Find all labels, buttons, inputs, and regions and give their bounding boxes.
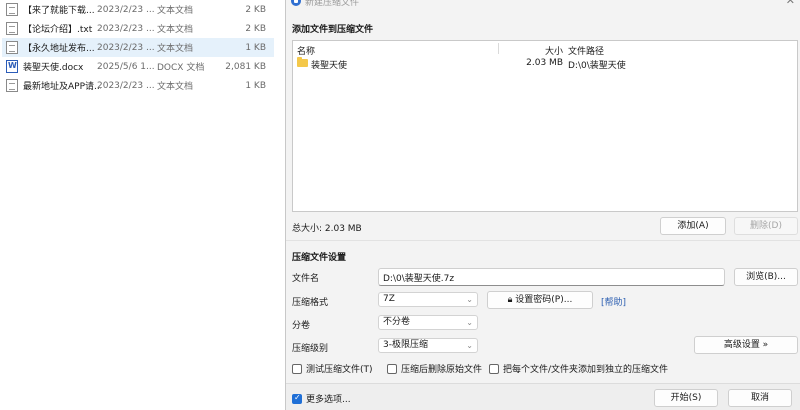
browse-button[interactable]: 浏览(B)... (734, 268, 798, 286)
add-button[interactable]: 添加(A) (660, 217, 726, 235)
advanced-settings-button[interactable]: 高级设置 » (694, 336, 798, 354)
set-password-label: 设置密码(P)... (515, 295, 573, 305)
volume-label: 分卷 (292, 321, 311, 331)
file-date: 2023/2/23 ... (97, 42, 155, 53)
test-archive-checkbox[interactable]: 测试压缩文件(T) (292, 362, 373, 375)
checkbox-box-checked[interactable] (292, 393, 302, 404)
file-name: 【来了就能下载... (23, 6, 95, 16)
level-select[interactable]: 3-极限压缩 ⌄ (378, 338, 478, 353)
file-size: 2,081 KB (225, 61, 266, 72)
column-divider (498, 43, 499, 54)
column-header-size[interactable]: 大小 (503, 44, 563, 57)
format-select[interactable]: 7Z ⌄ (378, 292, 478, 307)
archiver-app-icon (291, 0, 301, 6)
more-options-checkbox[interactable]: 更多选项... (292, 392, 351, 405)
dialog-footer: 更多选项... 开始(S) 取消 (286, 383, 800, 410)
entry-size: 2.03 MB (526, 58, 563, 68)
file-row-selected[interactable]: 【永久地址发布... 2023/2/23 ... 文本文档 1 KB (2, 38, 274, 57)
volume-select-value: 不分卷 (383, 317, 411, 327)
delete-button[interactable]: 删除(D) (734, 217, 798, 235)
delete-after-label: 压缩后删除原始文件 (401, 365, 483, 375)
checkbox-box[interactable] (489, 363, 499, 374)
explorer-file-list: 【来了就能下载... 2023/2/23 ... 文本文档 2 KB 【论坛介绍… (0, 0, 285, 410)
file-type: DOCX 文档 (157, 63, 205, 73)
txt-file-icon (6, 3, 18, 16)
file-name: 【永久地址发布... (23, 44, 95, 54)
filename-input[interactable] (378, 268, 725, 286)
file-date: 2025/5/6 1... (97, 61, 155, 72)
level-select-value: 3-极限压缩 (383, 340, 428, 350)
file-type: 文本文档 (157, 82, 194, 92)
more-options-label: 更多选项... (306, 395, 351, 405)
entry-path: D:\0\装聖天使 (568, 61, 626, 71)
column-header-path[interactable]: 文件路径 (568, 44, 604, 57)
file-row[interactable]: 装聖天使.docx 2025/5/6 1... DOCX 文档 2,081 KB (2, 57, 274, 76)
new-archive-dialog: 新建压缩文件 ✕ 添加文件到压缩文件 名称 大小 文件路径 装聖天使 2.03 … (285, 0, 800, 410)
volume-select[interactable]: 不分卷 ⌄ (378, 315, 478, 330)
file-type: 文本文档 (157, 6, 194, 16)
start-button[interactable]: 开始(S) (654, 389, 718, 407)
file-date: 2023/2/23 ... (97, 80, 155, 91)
txt-file-icon (6, 41, 18, 54)
file-row[interactable]: 【论坛介绍】.txt 2023/2/23 ... 文本文档 2 KB (2, 19, 274, 38)
settings-section-title: 压缩文件设置 (292, 253, 347, 263)
add-section-title: 添加文件到压缩文件 (292, 25, 374, 35)
file-size: 1 KB (245, 80, 266, 91)
chevron-down-icon: ⌄ (466, 318, 473, 327)
file-row[interactable]: 最新地址及APP请... 2023/2/23 ... 文本文档 1 KB (2, 76, 274, 95)
filename-label: 文件名 (292, 274, 320, 284)
separate-archives-checkbox[interactable]: 把每个文件/文件夹添加到独立的压缩文件 (489, 362, 668, 375)
format-select-value: 7Z (383, 294, 395, 304)
total-size-label: 总大小: 2.03 MB (292, 224, 362, 234)
dialog-title: 新建压缩文件 (305, 0, 360, 8)
checkbox-box[interactable] (387, 363, 397, 374)
docx-file-icon (6, 60, 18, 73)
file-date: 2023/2/23 ... (97, 23, 155, 34)
file-size: 2 KB (245, 23, 266, 34)
set-password-button[interactable]: 🔒︎ 设置密码(P)... (487, 291, 593, 309)
file-list-box[interactable]: 名称 大小 文件路径 装聖天使 2.03 MB D:\0\装聖天使 (292, 40, 798, 212)
file-name: 【论坛介绍】.txt (23, 25, 93, 35)
dialog-titlebar[interactable]: 新建压缩文件 ✕ (286, 0, 800, 10)
test-archive-label: 测试压缩文件(T) (306, 365, 373, 375)
chevron-down-icon: ⌄ (466, 295, 473, 304)
txt-file-icon (6, 22, 18, 35)
level-label: 压缩级别 (292, 344, 329, 354)
format-label: 压缩格式 (292, 298, 329, 308)
delete-after-checkbox[interactable]: 压缩后删除原始文件 (387, 362, 482, 375)
file-size: 1 KB (245, 42, 266, 53)
separate-archives-label: 把每个文件/文件夹添加到独立的压缩文件 (503, 365, 669, 375)
file-name: 最新地址及APP请... (23, 82, 101, 92)
entry-name: 装聖天使 (311, 61, 348, 71)
file-size: 2 KB (245, 4, 266, 15)
file-row[interactable]: 【来了就能下载... 2023/2/23 ... 文本文档 2 KB (2, 0, 274, 19)
folder-icon (297, 57, 308, 67)
file-date: 2023/2/23 ... (97, 4, 155, 15)
close-icon[interactable]: ✕ (786, 0, 795, 7)
file-type: 文本文档 (157, 25, 194, 35)
section-divider (286, 240, 800, 241)
cancel-button[interactable]: 取消 (728, 389, 792, 407)
list-item[interactable]: 装聖天使 2.03 MB D:\0\装聖天使 (293, 57, 797, 71)
checkbox-box[interactable] (292, 363, 302, 374)
file-name: 装聖天使.docx (23, 63, 84, 73)
file-type: 文本文档 (157, 44, 194, 54)
column-header-name[interactable]: 名称 (297, 44, 315, 57)
txt-file-icon (6, 79, 18, 92)
chevron-down-icon: ⌄ (466, 341, 473, 350)
help-link[interactable]: [帮助] (601, 295, 626, 308)
